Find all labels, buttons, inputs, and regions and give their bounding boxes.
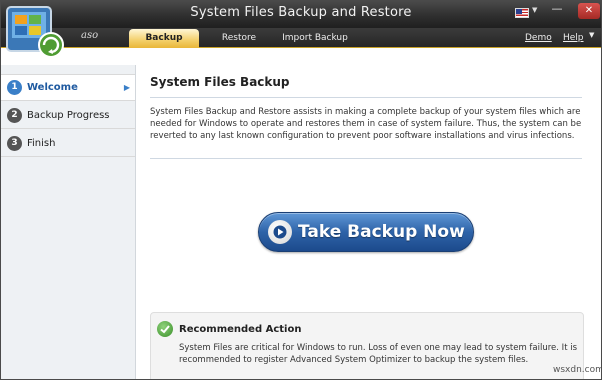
aso-logo-icon bbox=[6, 6, 64, 58]
recommended-action-text: System Files are critical for Windows to… bbox=[179, 343, 578, 365]
check-icon bbox=[157, 321, 173, 337]
tab-import-backup[interactable]: Import Backup bbox=[279, 29, 351, 48]
aso-logo-text: aso bbox=[81, 30, 99, 41]
title-bar: System Files Backup and Restore ▼ — ✕ bbox=[1, 1, 601, 28]
step-label: Welcome bbox=[27, 82, 78, 93]
page-title: System Files Backup bbox=[150, 75, 290, 89]
tab-backup[interactable]: Backup bbox=[129, 29, 199, 48]
us-flag-icon[interactable] bbox=[515, 8, 529, 18]
help-link[interactable]: Help bbox=[563, 29, 584, 48]
take-backup-now-button[interactable]: Take Backup Now bbox=[258, 212, 474, 252]
tab-restore[interactable]: Restore bbox=[217, 29, 261, 48]
minimize-button[interactable]: — bbox=[549, 2, 565, 15]
recommended-action-box: Recommended Action System Files are crit… bbox=[150, 312, 584, 379]
chevron-right-icon: ▶ bbox=[123, 83, 130, 92]
step-label: Finish bbox=[27, 137, 56, 149]
description-text: System Files Backup and Restore assists … bbox=[150, 107, 582, 141]
sidebar-step-finish[interactable]: 3 Finish bbox=[1, 130, 135, 157]
take-backup-now-label: Take Backup Now bbox=[298, 222, 465, 242]
step-number-badge: 3 bbox=[7, 135, 22, 151]
step-label: Backup Progress bbox=[27, 109, 110, 121]
recommended-action-title: Recommended Action bbox=[179, 324, 302, 335]
window-title: System Files Backup and Restore bbox=[190, 5, 412, 20]
step-number-badge: 1 bbox=[7, 80, 22, 95]
watermark-text: wsxdn.com bbox=[553, 365, 602, 375]
app-window: System Files Backup and Restore ▼ — ✕ as… bbox=[0, 0, 602, 380]
sidebar-step-backup-progress[interactable]: 2 Backup Progress bbox=[1, 102, 135, 129]
description-divider bbox=[150, 158, 582, 159]
sidebar-step-welcome[interactable]: 1 Welcome ▶ bbox=[1, 74, 135, 101]
close-button[interactable]: ✕ bbox=[578, 3, 600, 19]
demo-link[interactable]: Demo bbox=[525, 29, 552, 48]
help-caret-icon[interactable]: ▼ bbox=[589, 31, 594, 39]
language-caret-icon[interactable]: ▼ bbox=[532, 6, 537, 14]
heading-divider bbox=[150, 97, 582, 98]
step-number-badge: 2 bbox=[7, 107, 22, 123]
play-icon bbox=[268, 220, 292, 244]
